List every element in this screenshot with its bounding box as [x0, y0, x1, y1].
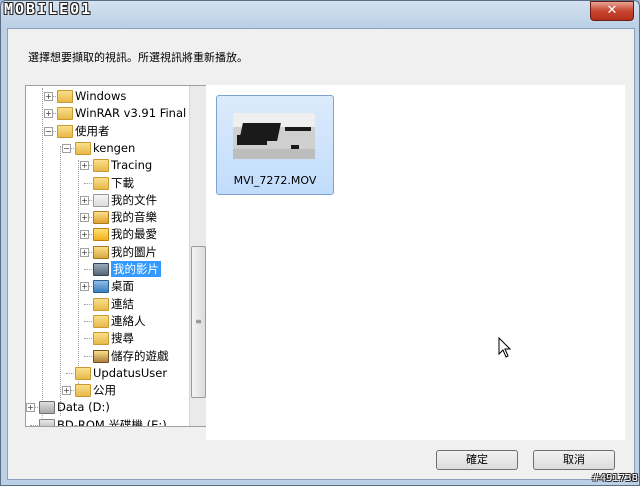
tree-item-label: UpdatusUser: [93, 365, 168, 380]
instruction-text: 選擇想要擷取的視訊。所選視訊將重新播放。: [28, 51, 248, 64]
collapse-icon[interactable]: −: [62, 143, 71, 153]
drive-icon: [39, 401, 55, 415]
folder-icon: [75, 141, 91, 155]
tree-item[interactable]: + Windows: [26, 88, 189, 104]
search-icon: [93, 332, 109, 346]
watermark: #491738: [591, 473, 638, 484]
tree-item-label: Windows: [75, 89, 127, 103]
expand-icon[interactable]: +: [80, 161, 89, 171]
folder-icon: [93, 159, 109, 173]
tree-item-label: 連結: [111, 296, 134, 311]
tree-item-label: 使用者: [75, 123, 110, 138]
tree-item-label: 公用: [93, 383, 116, 398]
music-icon: [93, 211, 109, 225]
video-file-item[interactable]: MVI_7272.MOV: [216, 95, 334, 195]
saved-games-icon: [93, 349, 109, 363]
tree-item[interactable]: + 我的最愛: [26, 226, 189, 242]
mouse-pointer-icon: [498, 337, 512, 358]
tree-item[interactable]: 下載: [26, 175, 189, 191]
folder-icon: [75, 384, 91, 398]
tree-item[interactable]: + 我的文件: [26, 192, 189, 208]
folder-icon: [75, 366, 91, 380]
tree-item[interactable]: 我的影片: [26, 261, 189, 277]
tree-item-label: WinRAR v3.91 Final: [75, 106, 187, 121]
optical-drive-icon: [39, 418, 55, 426]
ok-button[interactable]: 確定: [436, 450, 518, 470]
tree-item-label: 連絡人: [111, 313, 146, 328]
desktop-icon: [93, 280, 109, 294]
expand-icon[interactable]: +: [26, 403, 35, 413]
expand-icon[interactable]: +: [80, 195, 89, 205]
tree-scrollbar[interactable]: ≡: [189, 86, 206, 426]
tree-item[interactable]: + Tracing: [26, 157, 189, 173]
collapse-icon[interactable]: −: [44, 126, 53, 136]
tree-item[interactable]: + 我的圖片: [26, 244, 189, 260]
video-file-name: MVI_7272.MOV: [233, 174, 317, 187]
title-bar[interactable]: MOBILE01 ✕: [0, 0, 640, 26]
expand-icon[interactable]: +: [80, 247, 89, 257]
tree-item[interactable]: − 使用者: [26, 123, 189, 139]
tree-item[interactable]: + 我的音樂: [26, 209, 189, 225]
tree-item-label: 下載: [111, 175, 134, 190]
expand-icon[interactable]: +: [80, 230, 89, 240]
tree-item-label: 儲存的遊戲: [111, 348, 169, 363]
downloads-icon: [93, 176, 109, 190]
tree-item[interactable]: 儲存的遊戲: [26, 348, 189, 364]
contacts-icon: [93, 314, 109, 328]
expand-icon[interactable]: +: [80, 213, 89, 223]
scrollbar-thumb[interactable]: ≡: [191, 246, 206, 398]
folder-icon: [57, 107, 73, 121]
tree-item-label: Tracing: [111, 158, 153, 173]
tree-item[interactable]: 連絡人: [26, 313, 189, 329]
tree-item[interactable]: BD-ROM 光碟機 (E:): [26, 417, 189, 426]
tree-item-label: 我的音樂: [111, 210, 157, 225]
tree-item-label: 我的文件: [111, 192, 157, 207]
pictures-icon: [93, 245, 109, 259]
tree-item-label: 搜尋: [111, 331, 134, 346]
expand-icon[interactable]: +: [80, 282, 89, 292]
site-logo: MOBILE01: [4, 0, 93, 18]
capture-video-dialog: MOBILE01 ✕ 選擇想要擷取的視訊。所選視訊將重新播放。 + Windows…: [0, 0, 640, 486]
tree-item-label: 桌面: [111, 279, 134, 294]
tree-item[interactable]: UpdatusUser: [26, 365, 189, 381]
tree-item[interactable]: + 公用: [26, 382, 189, 398]
tree-item-label: Data (D:): [57, 400, 110, 415]
videos-icon: [93, 263, 109, 276]
expand-icon[interactable]: +: [62, 386, 71, 396]
links-icon: [93, 297, 109, 311]
tree-item[interactable]: 連結: [26, 296, 189, 312]
tree-item[interactable]: − kengen: [26, 140, 189, 156]
cancel-button[interactable]: 取消: [533, 450, 615, 470]
tree-item[interactable]: + Data (D:): [26, 399, 189, 415]
documents-icon: [93, 193, 109, 207]
tree-item-label: kengen: [93, 140, 136, 155]
folder-icon: [57, 90, 73, 103]
favorites-icon: [93, 228, 109, 242]
tree-item[interactable]: + WinRAR v3.91 Final: [26, 105, 189, 121]
tree-item-label: 我的圖片: [111, 244, 157, 259]
folder-tree[interactable]: + Windows + WinRAR v3.91 Final − 使用者 − kengen + T…: [25, 85, 207, 427]
tree-item[interactable]: + 桌面: [26, 278, 189, 294]
tree-item-label: BD-ROM 光碟機 (E:): [57, 417, 167, 426]
dialog-body: 選擇想要擷取的視訊。所選視訊將重新播放。 + Windows + WinRAR v3.…: [7, 28, 635, 480]
close-button[interactable]: ✕: [590, 1, 634, 21]
tree-item[interactable]: 搜尋: [26, 330, 189, 346]
video-file-list[interactable]: MVI_7272.MOV: [206, 85, 625, 440]
video-thumbnail-icon: [233, 113, 315, 159]
folder-tree-list: + Windows + WinRAR v3.91 Final − 使用者 − kengen + T…: [26, 86, 189, 426]
tree-item-label: 我的影片: [111, 261, 161, 277]
expand-icon[interactable]: +: [44, 109, 53, 119]
tree-item-label: 我的最愛: [111, 227, 157, 242]
expand-icon[interactable]: +: [44, 92, 53, 101]
folder-icon: [57, 124, 73, 138]
